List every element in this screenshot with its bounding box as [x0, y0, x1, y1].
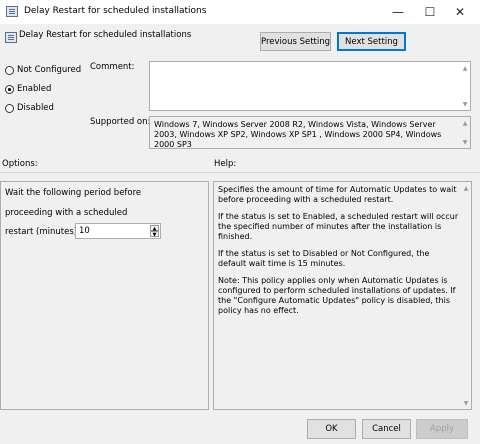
radio-not-configured[interactable]: Not Configured	[5, 65, 81, 75]
cancel-button[interactable]: Cancel	[362, 419, 411, 439]
supported-scrollbar[interactable]: ▲ ▼	[460, 117, 470, 148]
restart-minutes-value[interactable]: 10	[79, 226, 90, 236]
radio-disabled-label: Disabled	[17, 103, 54, 113]
help-panel: Specifies the amount of time for Automat…	[213, 181, 472, 410]
restart-minutes-spinbox[interactable]: 10 ▲ ▼	[75, 223, 161, 239]
radio-enabled[interactable]: Enabled	[5, 84, 51, 94]
supported-on-value: Windows 7, Windows Server 2008 R2, Windo…	[154, 120, 442, 149]
radio-not-configured-indicator[interactable]	[5, 65, 14, 75]
comment-scrollbar[interactable]: ▲ ▼	[460, 62, 470, 110]
options-header: Options:	[2, 159, 38, 169]
comment-textarea[interactable]: ▲ ▼	[149, 61, 471, 111]
help-paragraph: If the status is set to Enabled, a sched…	[218, 212, 459, 241]
section-divider	[0, 172, 480, 173]
window-title: Delay Restart for scheduled installation…	[24, 6, 207, 16]
options-panel: Wait the following period before proceed…	[0, 181, 209, 410]
scroll-up-icon[interactable]: ▲	[461, 183, 471, 193]
previous-setting-button[interactable]: Previous Setting	[260, 32, 331, 51]
supported-on-label: Supported on:	[90, 117, 151, 127]
policy-name: Delay Restart for scheduled installation…	[19, 30, 192, 40]
scroll-down-icon[interactable]: ▼	[460, 99, 470, 109]
radio-disabled-indicator[interactable]	[5, 103, 14, 113]
close-button[interactable]: ✕	[440, 0, 480, 24]
help-paragraph: Specifies the amount of time for Automat…	[218, 185, 457, 204]
spin-down-icon[interactable]: ▼	[150, 231, 159, 238]
scroll-down-icon[interactable]: ▼	[461, 398, 471, 408]
scroll-up-icon[interactable]: ▲	[460, 118, 470, 128]
next-setting-button[interactable]: Next Setting	[337, 32, 406, 51]
help-paragraph: Note: This policy applies only when Auto…	[218, 276, 456, 315]
title-bar: Delay Restart for scheduled installation…	[0, 0, 480, 24]
comment-label: Comment:	[90, 62, 135, 72]
options-text-line2: proceeding with a scheduled	[5, 208, 128, 218]
help-text: Specifies the amount of time for Automat…	[218, 185, 459, 323]
supported-on-box: Windows 7, Windows Server 2008 R2, Windo…	[149, 116, 471, 149]
help-scrollbar[interactable]: ▲ ▼	[461, 182, 471, 409]
ok-button[interactable]: OK	[307, 419, 356, 439]
scroll-down-icon[interactable]: ▼	[460, 137, 470, 147]
radio-not-configured-label: Not Configured	[17, 65, 82, 75]
radio-enabled-label: Enabled	[17, 84, 52, 94]
restart-minutes-label: restart (minutes):	[5, 227, 80, 237]
radio-disabled[interactable]: Disabled	[5, 103, 54, 113]
help-paragraph: If the status is set to Disabled or Not …	[218, 249, 430, 268]
radio-enabled-indicator[interactable]	[5, 84, 14, 94]
policy-icon	[6, 6, 18, 17]
help-header: Help:	[214, 159, 237, 169]
scroll-up-icon[interactable]: ▲	[460, 63, 470, 73]
apply-button[interactable]: Apply	[416, 419, 468, 439]
options-text-line1: Wait the following period before	[5, 188, 142, 198]
policy-setting-icon	[5, 32, 17, 43]
